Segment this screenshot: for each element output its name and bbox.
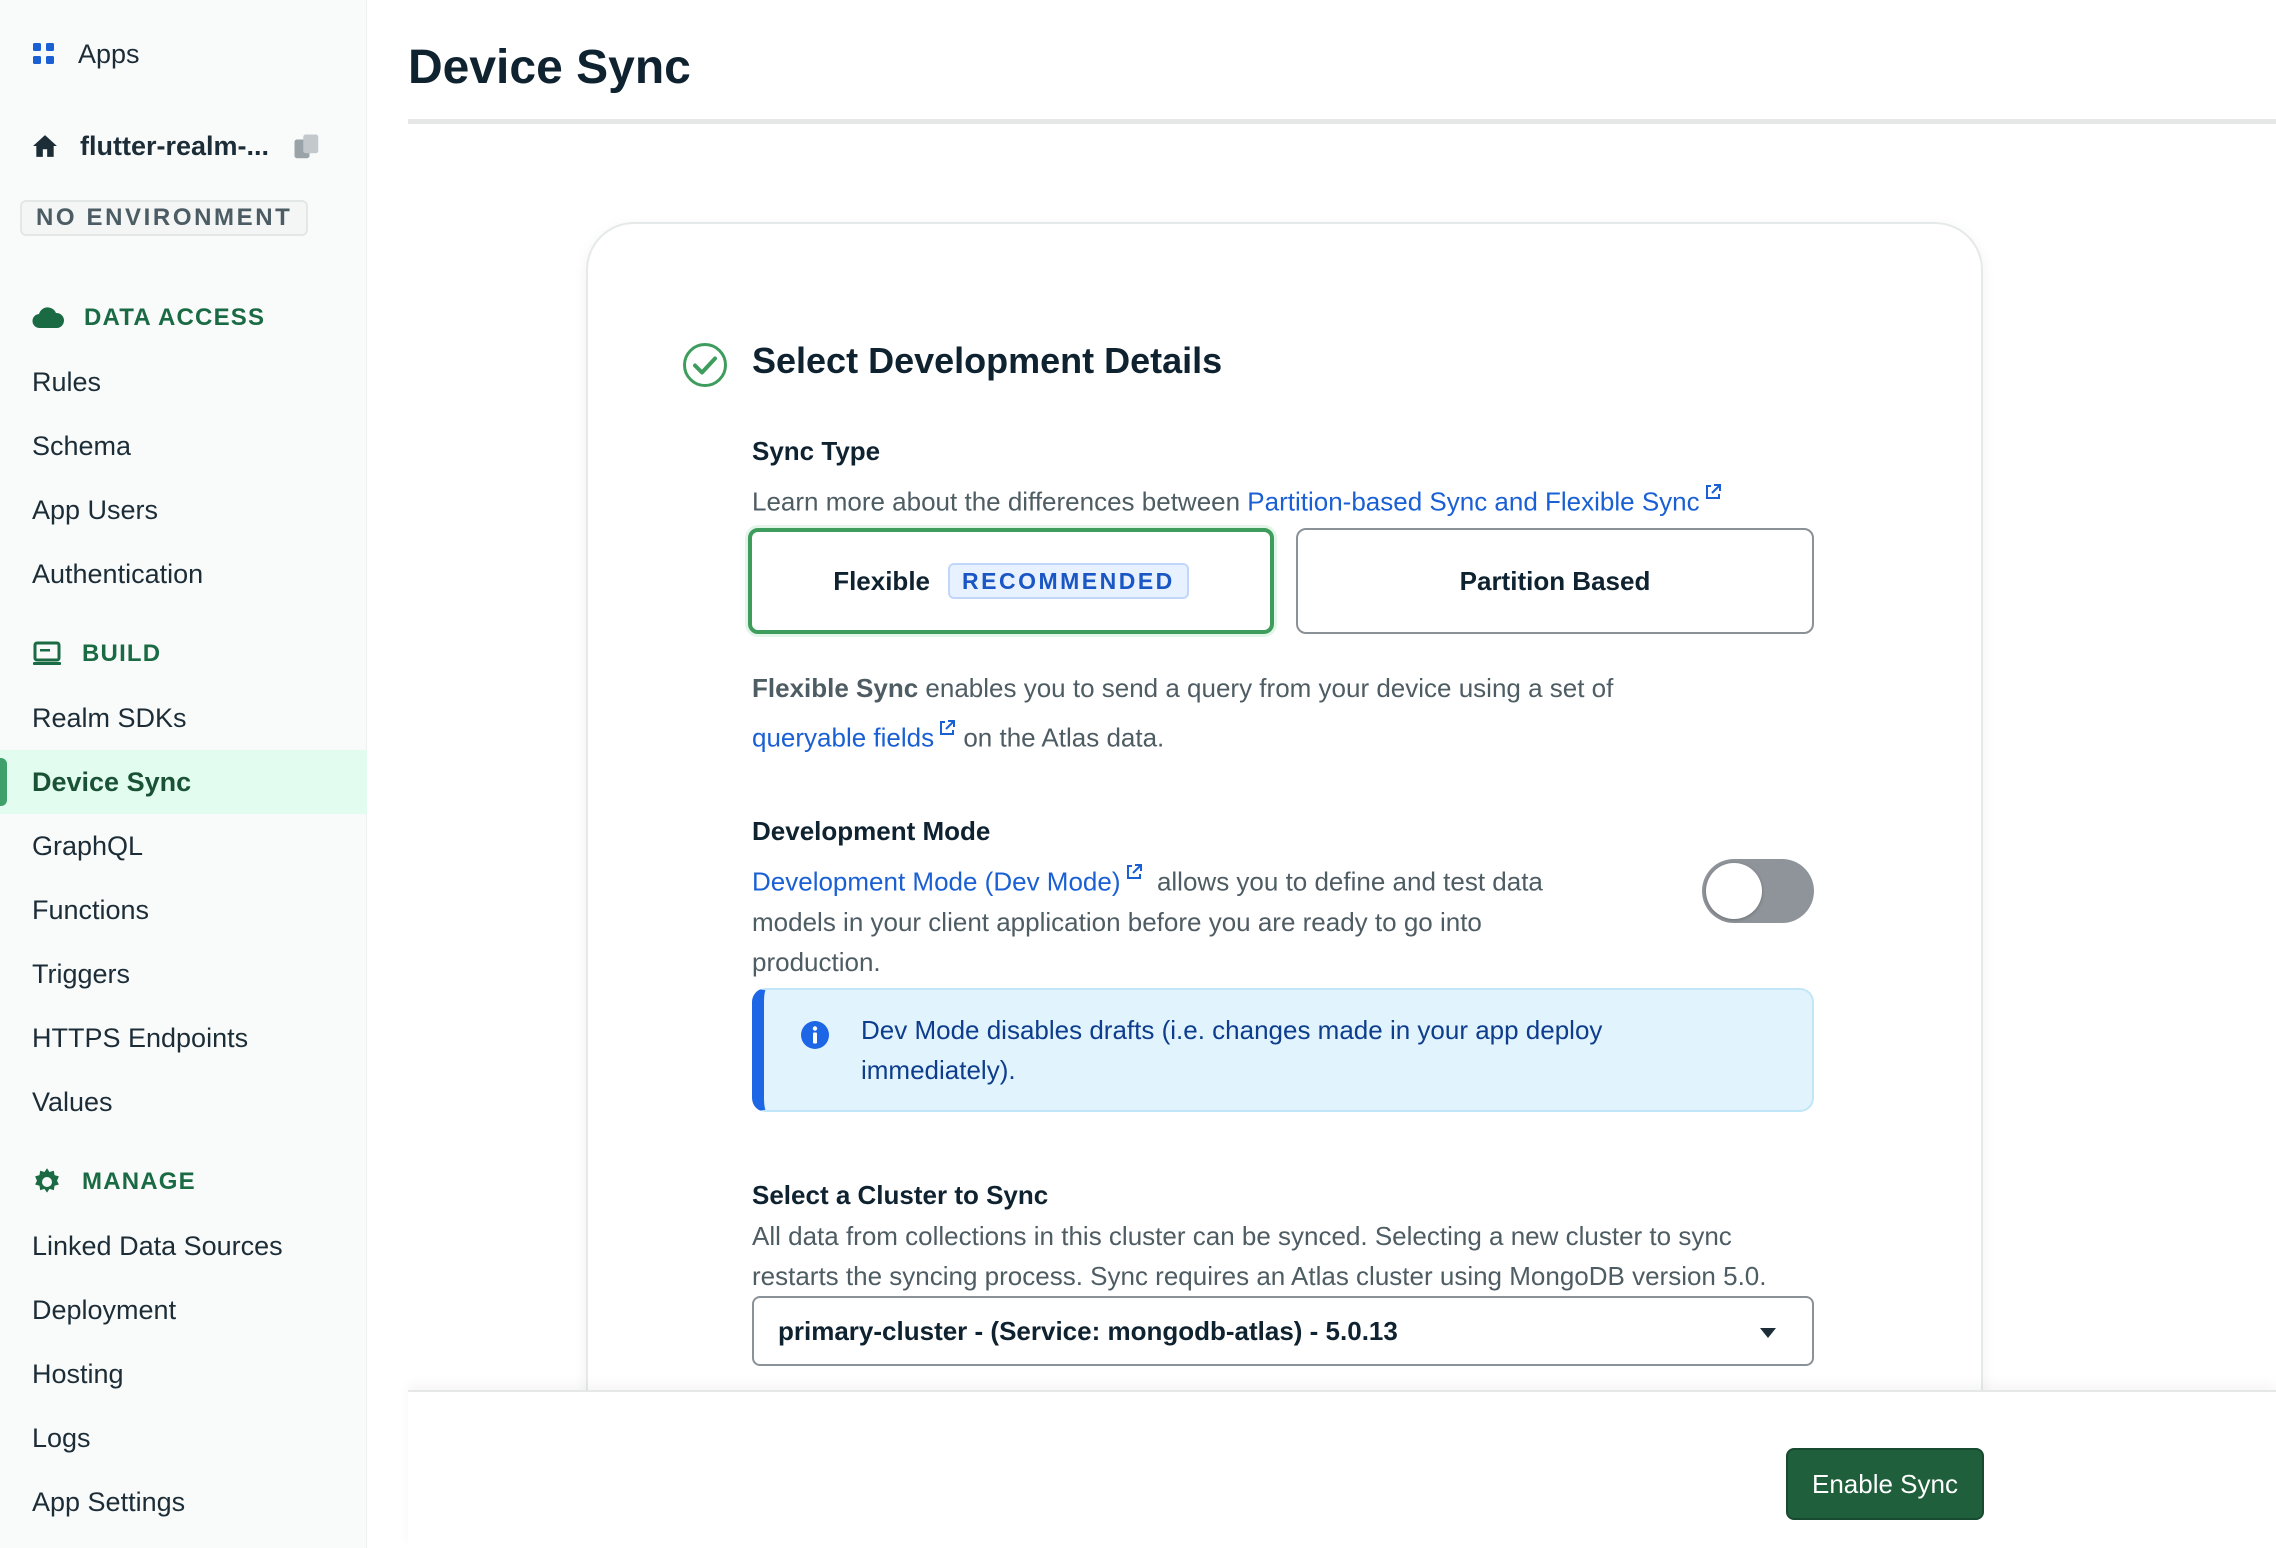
sidebar-item-label: App Settings	[32, 1486, 186, 1517]
sidebar-item-label: Realm SDKs	[32, 702, 187, 733]
sidebar-item-hosting[interactable]: Hosting	[0, 1342, 367, 1406]
footer-bar	[408, 1390, 2276, 1548]
cluster-select[interactable]: primary-cluster - (Service: mongodb-atla…	[752, 1296, 1814, 1366]
sync-option-label: Partition Based	[1459, 565, 1651, 596]
sidebar-item-linked-data-sources[interactable]: Linked Data Sources	[0, 1214, 367, 1278]
sidebar-item-label: GraphQL	[32, 830, 144, 861]
sidebar-app-home[interactable]: flutter-realm-...	[0, 114, 367, 178]
section-title: BUILD	[82, 640, 162, 667]
title-divider	[408, 119, 2276, 124]
flexible-sync-text: enables you to send a query from your de…	[918, 673, 1614, 703]
cluster-description-text: restarts the syncing process. Sync requi…	[752, 1261, 1767, 1291]
build-laptop-icon	[32, 641, 62, 667]
environment-badge: NO ENVIRONMENT	[20, 200, 309, 236]
sidebar-item-label: Deployment	[32, 1294, 177, 1325]
external-link-icon	[938, 708, 956, 748]
check-circle-icon	[683, 343, 727, 387]
sidebar-item-label: Authentication	[32, 558, 204, 589]
sidebar-item-label: Linked Data Sources	[32, 1230, 283, 1261]
sidebar-item-label: Functions	[32, 894, 150, 925]
flexible-sync-term: Flexible Sync	[752, 673, 919, 703]
sidebar-item-label: Device Sync	[32, 766, 192, 797]
sidebar-item-app-users[interactable]: App Users	[0, 478, 367, 542]
section-build: BUILD	[0, 632, 367, 676]
section-manage: MANAGE	[0, 1160, 367, 1204]
info-icon	[801, 1021, 829, 1049]
sidebar-item-values[interactable]: Values	[0, 1070, 367, 1134]
sidebar-item-label: Hosting	[32, 1358, 124, 1389]
toggle-knob	[1706, 863, 1762, 919]
chevron-down-icon	[1760, 1328, 1776, 1338]
dev-mode-docs-link[interactable]: Development Mode (Dev Mode)	[752, 867, 1121, 897]
sidebar-item-functions[interactable]: Functions	[0, 878, 367, 942]
app-name: flutter-realm-...	[80, 130, 270, 161]
sidebar-item-rules[interactable]: Rules	[0, 350, 367, 414]
sidebar-item-device-sync[interactable]: Device Sync	[0, 750, 367, 814]
sidebar-item-deployment[interactable]: Deployment	[0, 1278, 367, 1342]
recommended-badge: RECOMMENDED	[948, 563, 1189, 599]
sidebar-item-label: Logs	[32, 1422, 91, 1453]
apps-label: Apps	[78, 38, 140, 69]
copy-icon[interactable]	[292, 132, 322, 169]
sidebar-item-label: Triggers	[32, 958, 131, 989]
sync-type-docs-link[interactable]: Partition-based Sync and Flexible Sync	[1247, 487, 1699, 517]
dev-mode-info-callout: Dev Mode disables drafts (i.e. changes m…	[752, 988, 1814, 1112]
sidebar-item-logs[interactable]: Logs	[0, 1406, 367, 1470]
cloud-icon	[32, 306, 64, 330]
external-link-icon	[1704, 472, 1722, 512]
flexible-sync-explanation: Flexible Sync enables you to send a quer…	[752, 668, 1814, 758]
sidebar-item-realm-sdks[interactable]: Realm SDKs	[0, 686, 367, 750]
page-title: Device Sync	[408, 41, 691, 94]
sidebar-item-triggers[interactable]: Triggers	[0, 942, 367, 1006]
sidebar-item-label: Schema	[32, 430, 132, 461]
apps-grid-icon	[32, 42, 56, 66]
dev-mode-label: Development Mode	[752, 816, 991, 846]
sidebar-apps-link[interactable]: Apps	[0, 22, 367, 86]
cluster-description: All data from collections in this cluste…	[752, 1216, 1814, 1296]
sidebar-item-https-endpoints[interactable]: HTTPS Endpoints	[0, 1006, 367, 1070]
sync-option-partition-based[interactable]: Partition Based	[1296, 528, 1814, 634]
sidebar-item-label: Values	[32, 1086, 113, 1117]
sidebar-item-app-settings[interactable]: App Settings	[0, 1470, 367, 1534]
gear-icon	[32, 1167, 62, 1197]
sidebar-item-authentication[interactable]: Authentication	[0, 542, 367, 606]
callout-text: Dev Mode disables drafts (i.e. changes m…	[861, 1015, 1603, 1085]
sidebar-item-label: App Users	[32, 494, 159, 525]
section-title: DATA ACCESS	[84, 304, 266, 331]
step-title: Select Development Details	[752, 340, 1223, 381]
dev-mode-toggle[interactable]	[1702, 859, 1814, 923]
sidebar-item-label: HTTPS Endpoints	[32, 1022, 249, 1053]
dev-mode-text: production.	[752, 946, 881, 977]
queryable-fields-link[interactable]: queryable fields	[752, 723, 934, 753]
sync-option-label: Flexible	[833, 565, 931, 596]
cluster-select-value: primary-cluster - (Service: mongodb-atla…	[778, 1315, 1398, 1346]
sync-type-description-text: Learn more about the differences between	[752, 486, 1248, 517]
cluster-description-text: All data from collections in this cluste…	[752, 1221, 1732, 1251]
cluster-label: Select a Cluster to Sync	[752, 1180, 1049, 1210]
dev-mode-description: Development Mode (Dev Mode) allows you t…	[752, 852, 1652, 982]
enable-sync-button[interactable]: Enable Sync	[1786, 1448, 1984, 1520]
external-link-icon	[1125, 852, 1143, 892]
sync-option-flexible[interactable]: Flexible RECOMMENDED	[748, 528, 1274, 634]
dev-mode-text: allows you to define and test data	[1142, 866, 1543, 897]
sidebar-item-graphql[interactable]: GraphQL	[0, 814, 367, 878]
home-icon	[32, 133, 58, 159]
sidebar-item-schema[interactable]: Schema	[0, 414, 367, 478]
sidebar-item-label: Rules	[32, 366, 102, 397]
sync-type-description: Learn more about the differences between…	[752, 472, 1722, 522]
sync-type-label: Sync Type	[752, 436, 881, 466]
section-data-access: DATA ACCESS	[0, 296, 367, 340]
flexible-sync-text-tail: on the Atlas data.	[956, 722, 1165, 753]
dev-mode-text: models in your client application before…	[752, 906, 1482, 937]
section-title: MANAGE	[82, 1168, 196, 1195]
sidebar: Apps flutter-realm-... NO ENVIRONMENT DA…	[0, 0, 367, 1548]
